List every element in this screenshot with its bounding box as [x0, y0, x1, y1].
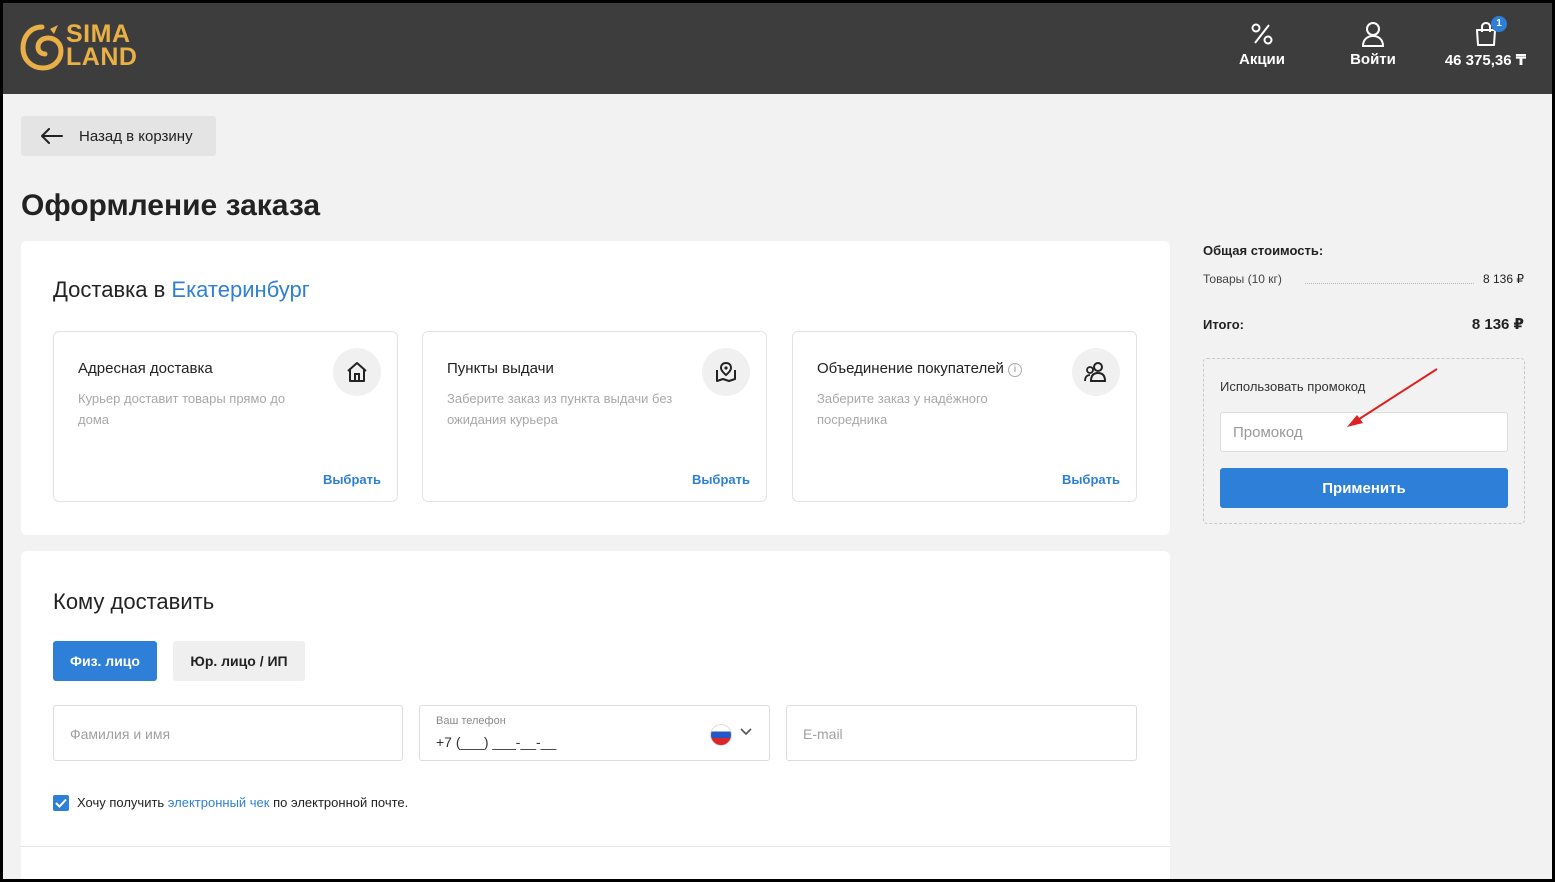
back-to-cart-label: Назад в корзину	[79, 127, 193, 145]
cart-link[interactable]: 1 46 375,36 ₸	[1443, 16, 1528, 69]
site-header: SIMA LAND Акции Войти 1 46 375,36 ₸	[3, 3, 1552, 94]
total-value: 8 136 ₽	[1471, 316, 1524, 333]
cart-total: 46 375,36 ₸	[1444, 52, 1527, 69]
delivery-city-link[interactable]: Екатеринбург	[171, 277, 309, 302]
full-name-field[interactable]: Фамилия и имя	[53, 705, 403, 761]
people-icon	[1072, 348, 1120, 396]
goods-value: 8 136 ₽	[1483, 272, 1524, 286]
choose-buyers-union-link[interactable]: Выбрать	[1062, 472, 1120, 487]
user-icon	[1361, 22, 1385, 47]
russia-flag-icon[interactable]	[710, 724, 732, 746]
logo-emblem-icon	[20, 24, 64, 71]
percent-icon	[1251, 23, 1273, 45]
email-field[interactable]: E-mail	[786, 705, 1137, 761]
option-title: Пункты выдачи	[447, 360, 554, 377]
apply-promo-button[interactable]: Применить	[1220, 468, 1508, 508]
option-title: Объединение покупателей i	[817, 360, 1022, 377]
delivery-title: Доставка в Екатеринбург	[53, 277, 310, 302]
total-cost-label: Общая стоимость:	[1203, 243, 1324, 258]
login-link[interactable]: Войти	[1348, 21, 1398, 68]
delivery-option-address[interactable]: Адресная доставка Курьер доставит товары…	[53, 331, 398, 502]
goods-label: Товары (10 кг)	[1203, 272, 1282, 286]
phone-label: Ваш телефон	[436, 715, 506, 727]
page-frame: SIMA LAND Акции Войти 1 46 375,36 ₸ Наза…	[3, 3, 1552, 879]
recipient-title: Кому доставить	[53, 589, 215, 614]
recipient-card: Кому доставить Физ. лицо Юр. лицо / ИП Ф…	[21, 551, 1170, 879]
delivery-card: Доставка в Екатеринбург Адресная доставк…	[21, 241, 1170, 535]
promotions-label: Акции	[1238, 51, 1285, 68]
login-label: Войти	[1350, 51, 1396, 68]
logo-text: SIMA LAND	[66, 20, 138, 71]
home-icon	[333, 348, 381, 396]
receipt-checkbox[interactable]	[53, 795, 69, 811]
full-name-placeholder: Фамилия и имя	[70, 726, 171, 742]
divider	[21, 846, 1170, 847]
option-description: Заберите заказ из пункта выдачи без ожид…	[447, 391, 673, 427]
choose-pickup-link[interactable]: Выбрать	[692, 472, 750, 487]
tab-individual[interactable]: Физ. лицо	[53, 641, 157, 681]
option-description: Заберите заказ у надёжного посредника	[817, 391, 988, 427]
dotted-leader	[1305, 283, 1474, 284]
option-description: Курьер доставит товары прямо до дома	[78, 391, 286, 427]
promotions-link[interactable]: Акции	[1237, 21, 1287, 68]
total-label: Итого:	[1203, 317, 1244, 332]
chevron-down-icon[interactable]	[740, 728, 752, 736]
sima-land-logo[interactable]: SIMA LAND	[20, 20, 140, 73]
email-placeholder: E-mail	[803, 726, 843, 742]
phone-field[interactable]: Ваш телефон +7 (___) ___-__-__	[419, 705, 770, 761]
delivery-option-buyers-union[interactable]: Объединение покупателей i Заберите заказ …	[792, 331, 1137, 502]
delivery-option-pickup[interactable]: Пункты выдачи Заберите заказ из пункта в…	[422, 331, 767, 502]
info-icon[interactable]: i	[1007, 363, 1022, 377]
arrow-left-icon	[41, 128, 63, 144]
cart-count-badge: 1	[1491, 16, 1507, 32]
e-receipt-link[interactable]: электронный чек	[168, 795, 270, 810]
checkmark-icon	[55, 798, 67, 808]
map-pin-icon	[702, 348, 750, 396]
choose-address-delivery-link[interactable]: Выбрать	[323, 472, 381, 487]
back-to-cart-button[interactable]: Назад в корзину	[21, 116, 216, 156]
phone-value: +7 (___) ___-__-__	[436, 734, 557, 750]
option-title: Адресная доставка	[78, 360, 213, 377]
page-title: Оформление заказа	[21, 189, 321, 222]
tab-legal-entity[interactable]: Юр. лицо / ИП	[173, 641, 305, 681]
red-annotation-arrow-icon	[1347, 368, 1438, 427]
receipt-checkbox-label: Хочу получить электронный чек по электро…	[77, 795, 409, 810]
